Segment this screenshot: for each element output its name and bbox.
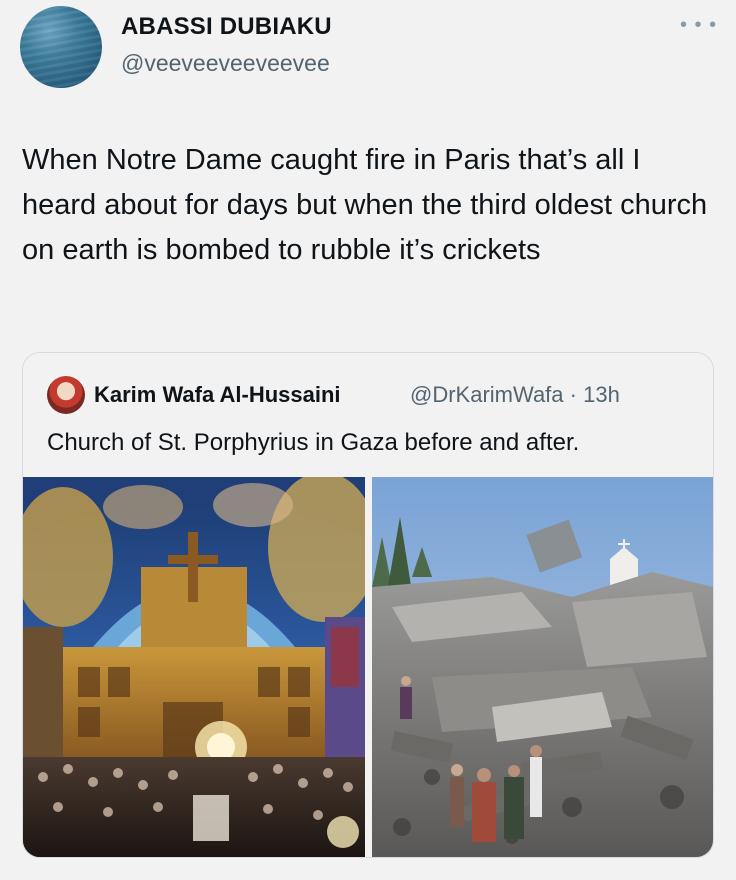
quoted-tweet-meta: @DrKarimWafa · 13h [410,382,620,408]
quoted-author-avatar[interactable] [47,376,85,414]
quoted-tweet-time[interactable]: 13h [583,382,620,407]
quoted-author-handle[interactable]: @DrKarimWafa [410,382,564,407]
more-options-icon[interactable]: • • • [680,14,717,37]
author-display-name[interactable]: ABASSI DUBIAKU [121,13,332,41]
author-avatar[interactable] [20,6,102,88]
tweet-text: When Notre Dame caught fire in Paris tha… [22,144,708,266]
quoted-tweet-text: Church of St. Porphyrius in Gaza before … [47,429,580,456]
church-rubble-photo[interactable] [372,477,713,857]
quoted-author-name[interactable]: Karim Wafa Al-Hussaini [94,382,341,408]
author-handle[interactable]: @veeveeveeveevee [121,50,330,77]
church-interior-photo[interactable] [23,477,365,857]
meta-separator: · [569,382,577,407]
quoted-tweet-card[interactable]: Karim Wafa Al-Hussaini @DrKarimWafa · 13… [22,352,714,858]
